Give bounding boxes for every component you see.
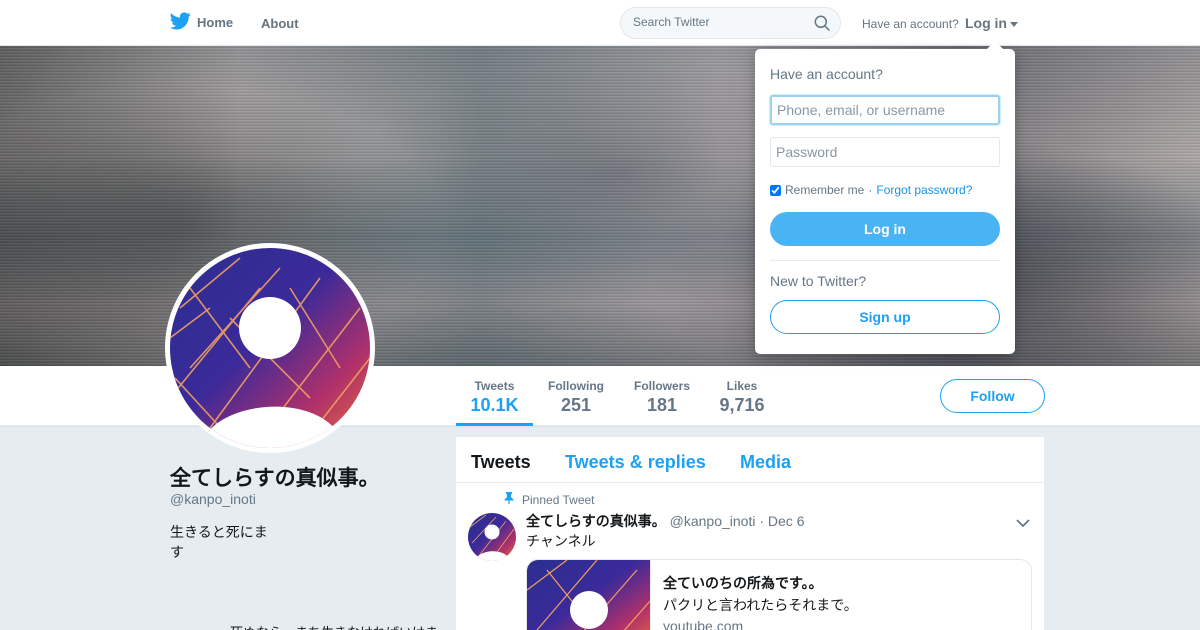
- stat-following-value: 251: [560, 395, 592, 415]
- tweet-meta-separator: ·: [759, 513, 765, 529]
- remember-separator: ·: [868, 183, 873, 197]
- twitter-bird-icon: [169, 12, 191, 33]
- search-icon[interactable]: [814, 15, 830, 36]
- chevron-down-icon[interactable]: [1016, 515, 1030, 533]
- tweet-text: チャンネル: [526, 533, 596, 549]
- have-account-text: Have an account?: [862, 17, 959, 31]
- stat-followers[interactable]: Followers 181: [626, 366, 698, 426]
- login-button[interactable]: Log in: [770, 212, 1000, 246]
- tweet-avatar[interactable]: [468, 513, 516, 561]
- pinned-tweet-indicator: Pinned Tweet: [504, 492, 595, 507]
- forgot-password-link[interactable]: Forgot password?: [876, 183, 972, 197]
- tab-tweets-and-replies[interactable]: Tweets & replies: [565, 452, 706, 473]
- nav-home-link[interactable]: Home: [169, 12, 234, 33]
- profile-bio-continued: 死ぬなら、まち生きなければいけま: [230, 622, 438, 630]
- stat-likes[interactable]: Likes 9,716: [712, 366, 772, 426]
- nav-home-label: Home: [197, 15, 234, 30]
- stat-followers-value: 181: [646, 395, 678, 415]
- profile-handle: @kanpo_inoti: [170, 491, 256, 507]
- stat-followers-label: Followers: [633, 379, 690, 393]
- signup-button[interactable]: Sign up: [770, 300, 1000, 334]
- top-navigation-bar: Home About Have an account? Log in: [0, 0, 1200, 46]
- tweet-author-name[interactable]: 全てしらすの真似事。: [526, 513, 666, 529]
- username-input[interactable]: [770, 95, 1000, 125]
- nav-about-link[interactable]: About: [261, 16, 299, 31]
- timeline-tabs: Tweets Tweets & replies Media: [456, 437, 1044, 483]
- tab-tweets[interactable]: Tweets: [471, 452, 531, 473]
- tweet-header: 全てしらすの真似事。 @kanpo_inoti · Dec 6: [526, 511, 804, 531]
- remember-me-label[interactable]: Remember me: [785, 183, 864, 197]
- profile-avatar[interactable]: [165, 243, 375, 453]
- stat-likes-label: Likes: [726, 379, 758, 393]
- dropdown-divider: [770, 260, 1000, 261]
- login-dropdown: Have an account? Remember me · Forgot pa…: [755, 41, 1015, 354]
- profile-bio: 生きると死にます: [170, 524, 268, 560]
- card-description: パクリと言われたらそれまで。: [663, 597, 858, 613]
- tweet-link-card[interactable]: 全ていのちの所為です。。 パクリと言われたらそれまで。 youtube.com: [526, 559, 1032, 630]
- card-title: 全ていのちの所為です。。: [663, 575, 823, 591]
- remember-me-row: Remember me · Forgot password?: [770, 183, 972, 197]
- tab-media[interactable]: Media: [740, 452, 791, 473]
- stat-tweets-label: Tweets: [474, 379, 515, 393]
- login-dropdown-toggle[interactable]: Log in: [965, 15, 1018, 31]
- pinned-label: Pinned Tweet: [522, 492, 595, 507]
- remember-me-checkbox[interactable]: [770, 184, 781, 196]
- login-toggle-label: Log in: [965, 15, 1007, 31]
- password-input[interactable]: [770, 137, 1000, 167]
- login-dropdown-heading: Have an account?: [770, 66, 883, 82]
- stat-following[interactable]: Following 251: [540, 366, 612, 426]
- caret-down-icon: [1010, 21, 1018, 27]
- new-to-twitter-text: New to Twitter?: [770, 273, 867, 289]
- card-thumbnail: [527, 560, 651, 630]
- stat-tweets-value: 10.1K: [470, 395, 519, 415]
- follow-button[interactable]: Follow: [940, 379, 1045, 413]
- pin-icon: [504, 492, 514, 507]
- timeline: Tweets Tweets & replies Media Pinned Twe…: [456, 437, 1044, 630]
- card-domain: youtube.com: [663, 618, 744, 630]
- stat-likes-value: 9,716: [719, 395, 765, 415]
- profile-name: 全てしらすの真似事。: [170, 467, 380, 490]
- search-box: [620, 7, 841, 39]
- stat-tweets[interactable]: Tweets 10.1K: [456, 366, 533, 426]
- tweet-author-handle[interactable]: @kanpo_inoti: [670, 513, 756, 529]
- search-input[interactable]: [633, 15, 803, 29]
- stat-following-label: Following: [548, 379, 604, 393]
- tweet-date[interactable]: Dec 6: [768, 513, 805, 529]
